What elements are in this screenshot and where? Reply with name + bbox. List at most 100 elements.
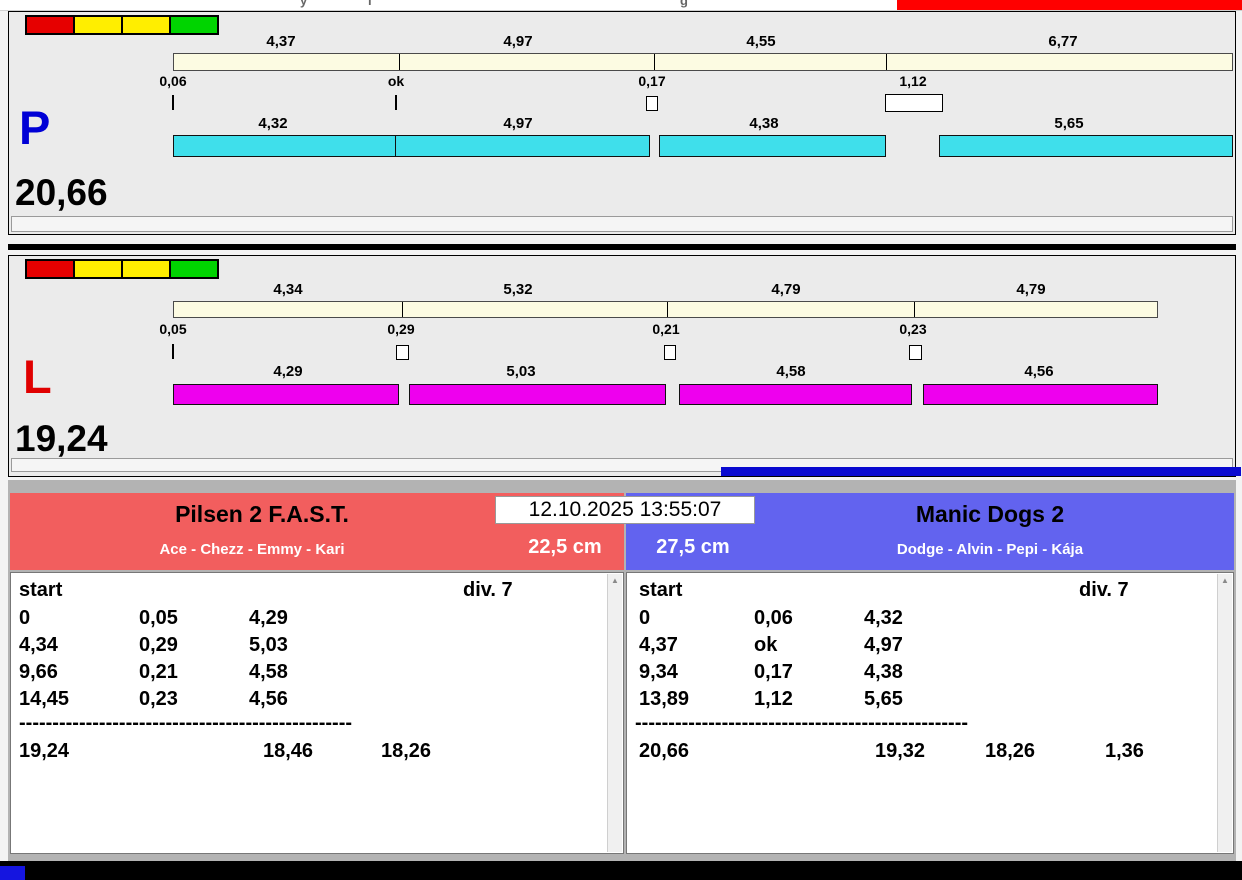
table-cell: 13,89 — [639, 688, 690, 710]
lane-panel-p: 4,37 4,97 4,55 6,77 0,06 ok 0,17 1,12 P … — [8, 11, 1236, 235]
l-split-4: 0,23 — [899, 321, 927, 337]
left-results-table: start div. 7 0 0,05 4,29 4,34 0,29 5,03 … — [10, 572, 624, 854]
table-cell: 9,66 — [19, 661, 58, 683]
start-light-red-icon — [26, 16, 74, 34]
table-separator: ----------------------------------------… — [635, 712, 969, 734]
p-split-2: ok — [387, 73, 405, 89]
l-total-time: 19,24 — [15, 418, 108, 459]
right-net-time: 19,32 — [875, 740, 926, 762]
table-cell: 4,38 — [864, 661, 903, 683]
table-separator: ----------------------------------------… — [19, 712, 353, 734]
menu-fragment: l — [368, 0, 372, 8]
table-cell: 4,32 — [864, 607, 903, 629]
progress-bar-blue — [721, 467, 1241, 476]
start-light-yellow2-icon — [122, 16, 170, 34]
left-div-label: div. 7 — [463, 579, 513, 601]
p-split-3: 0,17 — [638, 73, 666, 89]
left-table-scrollbar[interactable]: ▲ — [607, 574, 622, 852]
p-run-3: 4,38 — [749, 115, 779, 132]
right-results-table: start div. 7 0 0,06 4,32 4,37 ok 4,97 9,… — [626, 572, 1234, 854]
scroll-up-icon[interactable]: ▲ — [1218, 576, 1232, 585]
table-cell: 4,56 — [249, 688, 288, 710]
p-run-bar-2 — [395, 135, 650, 157]
lane-letter-l: L — [23, 350, 52, 403]
p-upper-seg-1: 4,37 — [266, 33, 296, 50]
top-red-bar — [897, 0, 1242, 10]
p-run-2: 4,97 — [503, 115, 533, 132]
l-run-2: 5,03 — [506, 363, 536, 380]
table-cell: 0 — [19, 607, 31, 629]
l-gap-box-4 — [909, 345, 922, 360]
l-upper-seg-2: 5,32 — [503, 281, 533, 298]
table-cell: 5,65 — [864, 688, 903, 710]
start-light-yellow1-icon — [74, 260, 122, 278]
start-light-yellow1-icon — [74, 16, 122, 34]
l-start-mark-1 — [172, 344, 174, 359]
start-lights-p — [25, 15, 219, 35]
start-light-yellow2-icon — [122, 260, 170, 278]
start-light-red-icon — [26, 260, 74, 278]
flyball-timer-screen: ý l g 4,37 4,97 4,55 6,77 0,06 ok 0,17 1… — [0, 0, 1242, 880]
p-run-bar-3 — [659, 135, 886, 157]
p-upper-timeline-bar — [173, 53, 1233, 71]
l-split-1: 0,05 — [159, 321, 187, 337]
tick-mark — [399, 54, 400, 70]
start-light-green-icon — [170, 260, 218, 278]
table-cell: 0,05 — [139, 607, 178, 629]
l-run-bar-2 — [409, 384, 666, 405]
l-run-bar-3 — [679, 384, 912, 405]
l-run-1: 4,29 — [273, 363, 303, 380]
right-start-label: start — [639, 579, 683, 601]
p-gap-box-4 — [885, 94, 943, 112]
tick-mark — [914, 302, 915, 317]
table-cell: 4,37 — [639, 634, 678, 656]
table-cell: 0 — [639, 607, 651, 629]
p-run-1: 4,32 — [258, 115, 288, 132]
table-cell: 9,34 — [639, 661, 678, 683]
l-split-2: 0,29 — [387, 321, 415, 337]
lane-divider — [8, 244, 1236, 250]
l-run-4: 4,56 — [1024, 363, 1054, 380]
tick-mark — [667, 302, 668, 317]
l-run-3: 4,58 — [776, 363, 806, 380]
menu-fragment: g — [680, 0, 688, 8]
p-split-4: 1,12 — [899, 73, 927, 89]
tick-mark — [886, 54, 887, 70]
table-cell: ok — [754, 634, 778, 656]
table-cell: 5,03 — [249, 634, 288, 656]
right-best-time: 18,26 — [985, 740, 1036, 762]
p-upper-seg-2: 4,97 — [503, 33, 533, 50]
p-total-time: 20,66 — [15, 172, 108, 213]
p-gap-box-3 — [646, 96, 658, 111]
table-cell: 4,34 — [19, 634, 58, 656]
l-upper-seg-4: 4,79 — [1016, 281, 1046, 298]
p-run-bar-4 — [939, 135, 1233, 157]
l-gap-box-3 — [664, 345, 676, 360]
table-cell: 0,06 — [754, 607, 793, 629]
bottom-blue-marker — [0, 866, 25, 880]
table-cell: 0,23 — [139, 688, 178, 710]
bottom-black-bar — [0, 861, 1242, 880]
scroll-up-icon[interactable]: ▲ — [608, 576, 622, 585]
l-gap-box-2 — [396, 345, 409, 360]
start-light-green-icon — [170, 16, 218, 34]
right-diff-time: 1,36 — [1105, 740, 1144, 762]
table-cell: 0,29 — [139, 634, 178, 656]
table-cell: 1,12 — [754, 688, 793, 710]
table-cell: 14,45 — [19, 688, 70, 710]
tick-mark — [402, 302, 403, 317]
table-cell: 0,21 — [139, 661, 178, 683]
l-split-3: 0,21 — [652, 321, 680, 337]
table-cell: 4,29 — [249, 607, 288, 629]
start-lights-l — [25, 259, 219, 279]
right-table-scrollbar[interactable]: ▲ — [1217, 574, 1232, 852]
p-start-mark-2 — [395, 95, 397, 110]
l-upper-seg-1: 4,34 — [273, 281, 303, 298]
l-run-bar-4 — [923, 384, 1158, 405]
right-jump-height: 27,5 cm — [656, 536, 730, 558]
table-cell: 4,58 — [249, 661, 288, 683]
p-status-strip — [11, 216, 1233, 232]
lane-panel-l: 4,34 5,32 4,79 4,79 0,05 0,29 0,21 0,23 … — [8, 255, 1241, 477]
table-cell: 0,17 — [754, 661, 793, 683]
left-best-time: 18,26 — [381, 740, 432, 762]
